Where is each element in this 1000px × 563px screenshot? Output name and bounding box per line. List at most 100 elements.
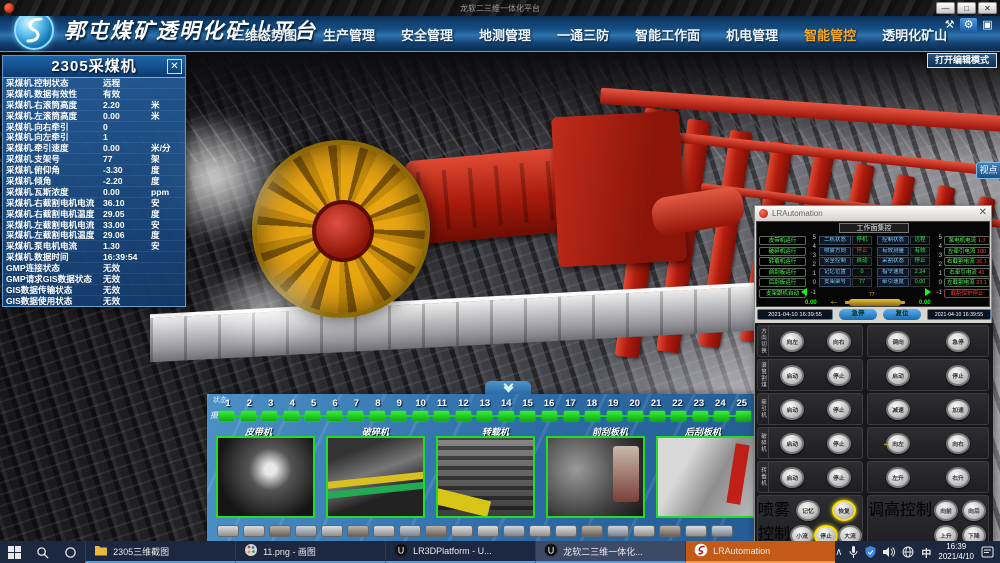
tools-icon[interactable]: ⚒ [941, 18, 958, 33]
round-button-停止[interactable]: 停止 [827, 399, 851, 420]
console-button[interactable]: 泵电机电流 1.3 [944, 236, 990, 245]
console-tab[interactable]: 工作面集控 [839, 223, 909, 233]
round-button-调向[interactable]: 调向 [886, 331, 910, 352]
round-button-启动[interactable]: 启动 [780, 467, 804, 488]
camera-feed-前刮板机[interactable] [546, 436, 645, 518]
round-button-加速[interactable]: 加速 [946, 399, 970, 420]
round-button-停止[interactable]: 停止 [827, 365, 851, 386]
network-globe-icon[interactable] [902, 546, 914, 558]
start-button[interactable] [0, 541, 28, 563]
round-button-启动[interactable]: 启动 [780, 433, 804, 454]
mini-thumbnail[interactable] [633, 525, 655, 537]
speaker-icon[interactable] [883, 546, 895, 558]
round-button-启动[interactable]: 启动 [886, 365, 910, 386]
close-button[interactable]: ✕ [978, 2, 997, 14]
console-button[interactable]: 转载机运行 [759, 257, 806, 266]
round-button-启动[interactable]: 启动 [780, 399, 804, 420]
close-icon[interactable]: ✕ [167, 59, 182, 74]
nav-item-智能工作面[interactable]: 智能工作面 [635, 25, 700, 44]
mini-thumbnail[interactable] [373, 525, 395, 537]
mini-thumbnail[interactable] [659, 525, 681, 537]
console-button[interactable]: 右截割电流 36.1 [944, 257, 990, 266]
round-button-向左[interactable]: 向左 [780, 331, 804, 352]
camera-feed-破碎机[interactable] [326, 436, 425, 518]
restore-icon[interactable]: ▣ [979, 18, 996, 33]
nav-item-安全管理[interactable]: 安全管理 [401, 25, 453, 44]
round-button-左升[interactable]: 左升 [886, 467, 910, 488]
taskbar-task[interactable]: LRAutomation [685, 541, 835, 563]
search-icon[interactable] [28, 541, 56, 563]
clock[interactable]: 16:39 2021/4/10 [938, 542, 974, 562]
collapse-panel-button[interactable] [485, 381, 531, 394]
mini-thumbnail[interactable] [581, 525, 603, 537]
mini-thumbnail[interactable] [555, 525, 577, 537]
nav-item-一通三防[interactable]: 一通三防 [557, 25, 609, 44]
console-button[interactable]: 左截割电流 33.1 [944, 278, 990, 287]
camera-feed-后刮板机[interactable] [656, 436, 755, 518]
console-button[interactable]: 皮带机运行 [759, 236, 806, 245]
round-button-向右[interactable]: 向右 [827, 331, 851, 352]
mini-thumbnail[interactable] [477, 525, 499, 537]
data-value: 1 [103, 132, 151, 142]
taskbar-task[interactable]: ULR3DPlatform - U... [385, 541, 535, 563]
round-button-减速[interactable]: 减速 [886, 399, 910, 420]
round-button-恢复[interactable]: 恢复 [832, 500, 856, 521]
round-button-右升[interactable]: 右升 [946, 467, 970, 488]
mini-thumbnail[interactable] [711, 525, 733, 537]
round-button-停止[interactable]: 停止 [827, 467, 851, 488]
taskbar-task[interactable]: 2305三维截图 [85, 541, 235, 563]
console-button[interactable]: 右牵引电流 41 [944, 268, 990, 277]
console-button[interactable]: 左牵引电流 100 [944, 247, 990, 256]
mini-thumbnail[interactable] [347, 525, 369, 537]
mini-thumbnail[interactable] [503, 525, 525, 537]
round-button-急停[interactable]: 急停 [946, 331, 970, 352]
mini-thumbnail[interactable] [425, 525, 447, 537]
mini-thumbnail[interactable] [243, 525, 265, 537]
console-button[interactable]: 破碎机运行 [759, 247, 806, 256]
taskbar-task[interactable]: U龙软二三维一体化... [535, 541, 685, 563]
mini-thumbnail[interactable] [321, 525, 343, 537]
task-view-icon[interactable] [57, 541, 85, 563]
maximize-button[interactable]: □ [957, 2, 976, 14]
viewpoint-tab[interactable]: 视点 [976, 162, 1000, 179]
mini-thumbnail[interactable] [217, 525, 239, 537]
round-button-停止[interactable]: 停止 [827, 433, 851, 454]
mini-thumbnail[interactable] [399, 525, 421, 537]
minimize-button[interactable]: — [936, 2, 955, 14]
round-button-记忆[interactable]: 记忆 [796, 500, 820, 521]
nav-item-机电管理[interactable]: 机电管理 [726, 25, 778, 44]
console-button[interactable]: 后刮板运行 [759, 278, 806, 287]
round-button-停止[interactable]: 停止 [946, 365, 970, 386]
nav-item-智能管控[interactable]: 智能管控 [804, 25, 856, 44]
taskbar-task[interactable]: 11.png - 画图 [235, 541, 385, 563]
console-button[interactable]: 支架跟机自动 [759, 289, 806, 298]
nav-item-地测管理[interactable]: 地测管理 [479, 25, 531, 44]
close-icon[interactable]: ✕ [979, 207, 987, 218]
notification-icon[interactable] [981, 546, 994, 558]
mini-thumbnail[interactable] [607, 525, 629, 537]
nav-item-透明化矿山[interactable]: 透明化矿山 [882, 25, 947, 44]
console-button[interactable]: 截割保护停止 [944, 289, 990, 298]
reset-button[interactable]: 复位 [883, 309, 921, 320]
round-button-向右[interactable]: 向右 [946, 433, 970, 454]
mini-thumbnail[interactable] [295, 525, 317, 537]
chevron-up-icon[interactable]: ∧ [835, 547, 842, 558]
round-button-启动[interactable]: 启动 [780, 365, 804, 386]
nav-item-三维态势图[interactable]: 三维态势图 [232, 25, 297, 44]
camera-feed-皮带机[interactable] [216, 436, 315, 518]
input-method-indicator[interactable]: 中 [921, 545, 931, 560]
estop-button[interactable]: 急停 [839, 309, 877, 320]
console-button[interactable]: 前刮板运行 [759, 268, 806, 277]
mini-thumbnail[interactable] [529, 525, 551, 537]
nav-item-生产管理[interactable]: 生产管理 [323, 25, 375, 44]
round-button-向前[interactable]: 向前 [934, 500, 958, 521]
mini-thumbnail[interactable] [451, 525, 473, 537]
open-edit-mode-button[interactable]: 打开编辑模式 [927, 53, 997, 68]
microphone-icon[interactable] [849, 546, 858, 558]
shield-icon[interactable] [865, 546, 876, 558]
round-button-向后[interactable]: 向后 [962, 500, 986, 521]
mini-thumbnail[interactable] [269, 525, 291, 537]
camera-feed-转载机[interactable] [436, 436, 535, 518]
mini-thumbnail[interactable] [685, 525, 707, 537]
gear-icon[interactable]: ⚙ [960, 18, 977, 33]
